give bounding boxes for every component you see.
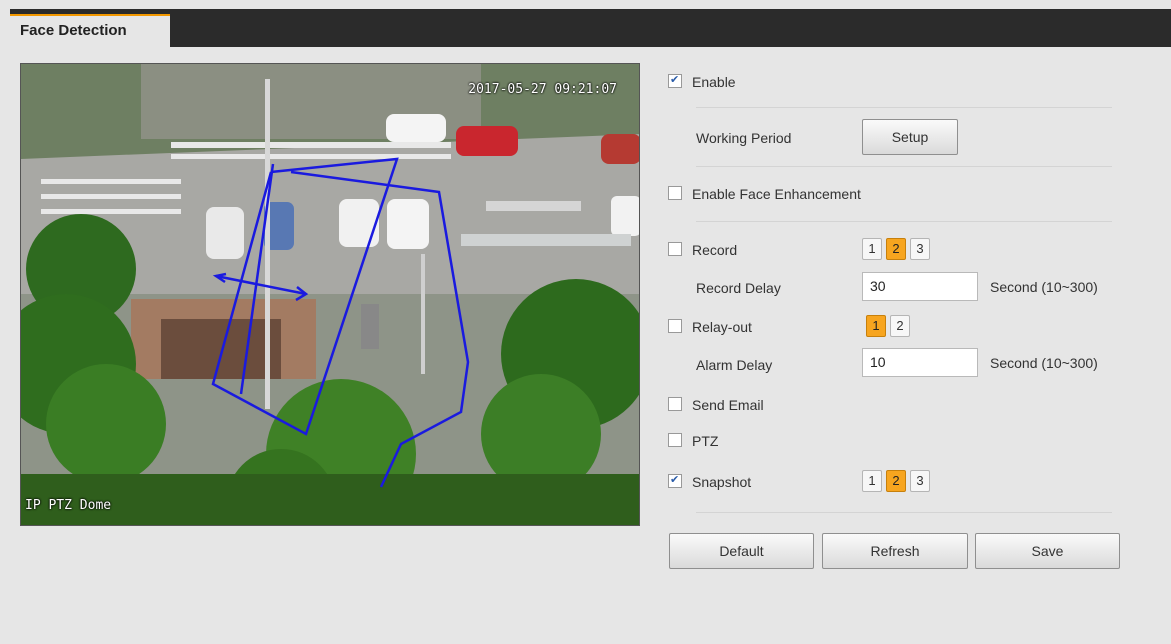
send-email-row[interactable]: Send Email: [668, 393, 764, 415]
video-camera-name: IP PTZ Dome: [25, 498, 112, 513]
record-delay-unit: Second (10~300): [990, 279, 1098, 295]
record-checkbox[interactable]: [668, 242, 682, 257]
record-channel-3-button[interactable]: 3: [910, 238, 930, 260]
enable-checkbox[interactable]: [668, 69, 682, 91]
enable-row[interactable]: Enable: [668, 69, 736, 92]
divider: [696, 166, 1112, 167]
snapshot-checkbox[interactable]: [668, 469, 682, 491]
record-label: Record: [692, 242, 738, 259]
divider: [696, 107, 1112, 108]
record-row[interactable]: Record: [668, 238, 737, 260]
record-delay-input[interactable]: 30: [862, 272, 978, 301]
relay-out-checkbox[interactable]: [668, 319, 682, 334]
tab-face-detection[interactable]: Face Detection: [10, 14, 170, 47]
snapshot-channel-3-button[interactable]: 3: [910, 470, 930, 492]
refresh-button[interactable]: Refresh: [822, 533, 968, 569]
face-enhancement-label: Enable Face Enhancement: [692, 186, 861, 203]
relay-out-label: Relay-out: [692, 319, 752, 336]
working-period-label: Working Period: [696, 130, 792, 146]
face-enhancement-row[interactable]: Enable Face Enhancement: [668, 182, 861, 204]
default-button[interactable]: Default: [669, 533, 814, 569]
record-channel-1-button[interactable]: 1: [862, 238, 882, 260]
divider: [696, 512, 1112, 513]
video-scene: [21, 64, 639, 525]
divider: [696, 221, 1112, 222]
ptz-checkbox[interactable]: [668, 433, 682, 448]
save-button[interactable]: Save: [975, 533, 1120, 569]
record-channel-2-button[interactable]: 2: [886, 238, 906, 260]
record-delay-label: Record Delay: [696, 280, 781, 296]
send-email-label: Send Email: [692, 397, 764, 414]
snapshot-label: Snapshot: [692, 474, 752, 491]
relay-out-channel-1-button[interactable]: 1: [866, 315, 886, 337]
face-enhancement-checkbox[interactable]: [668, 186, 682, 201]
alarm-delay-unit: Second (10~300): [990, 355, 1098, 371]
setup-button[interactable]: Setup: [862, 119, 958, 155]
snapshot-row[interactable]: Snapshot: [668, 469, 752, 492]
relay-out-channel-2-button[interactable]: 2: [890, 315, 910, 337]
video-timestamp: 2017-05-27 09:21:07: [468, 82, 617, 97]
top-bar: [10, 9, 1171, 47]
alarm-delay-input[interactable]: 10: [862, 348, 978, 377]
alarm-delay-label: Alarm Delay: [696, 357, 773, 373]
enable-label: Enable: [692, 74, 736, 91]
ptz-row[interactable]: PTZ: [668, 429, 718, 451]
live-video-preview[interactable]: 2017-05-27 09:21:07 IP PTZ Dome: [20, 63, 640, 526]
send-email-checkbox[interactable]: [668, 397, 682, 412]
snapshot-channel-2-button[interactable]: 2: [886, 470, 906, 492]
snapshot-channel-1-button[interactable]: 1: [862, 470, 882, 492]
relay-out-row[interactable]: Relay-out: [668, 315, 752, 337]
ptz-label: PTZ: [692, 433, 719, 450]
